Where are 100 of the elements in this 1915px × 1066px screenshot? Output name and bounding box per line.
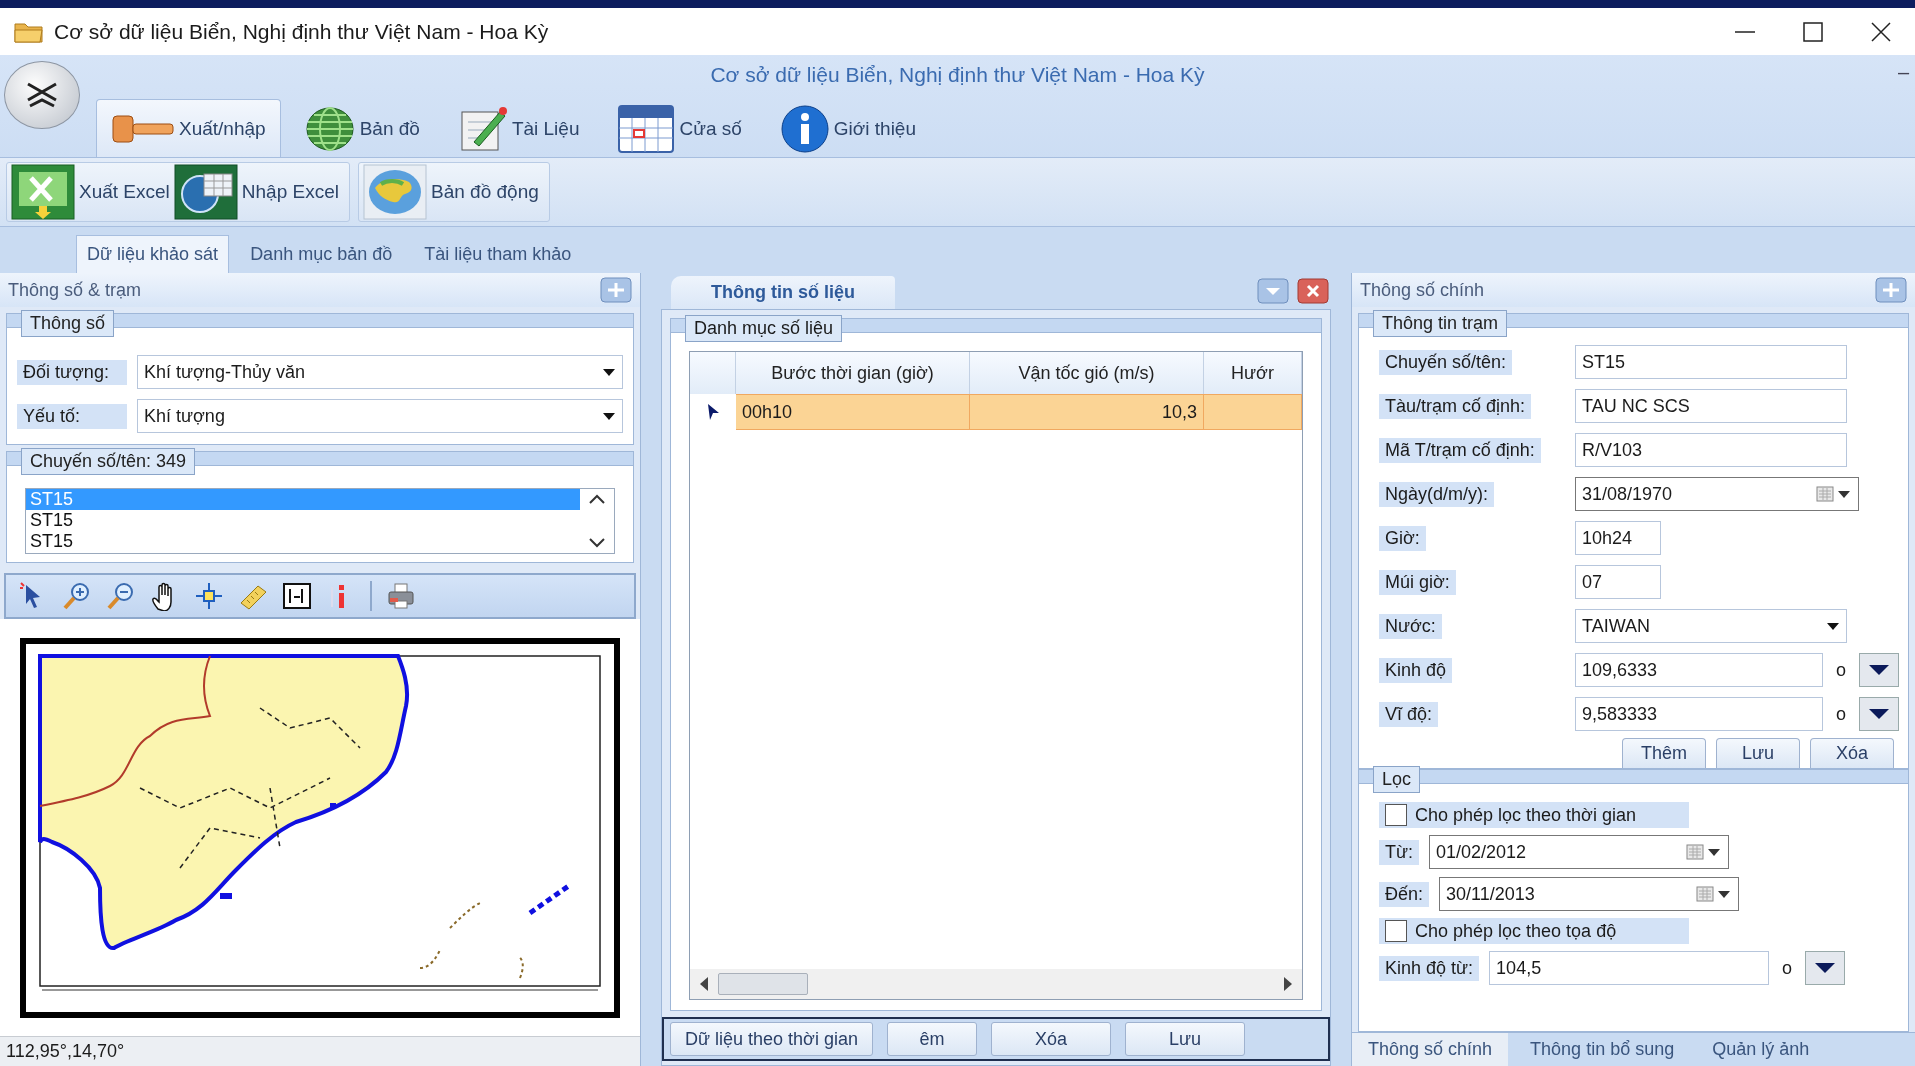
panel-tab[interactable]: Thông tin số liệu <box>671 276 895 309</box>
scale-icon[interactable] <box>282 581 312 611</box>
field-label: Kinh độ từ: <box>1379 955 1480 981</box>
unit-label: o <box>1781 957 1794 979</box>
coordinate-field[interactable]: 9,583333 <box>1575 697 1823 731</box>
ribbon-tab[interactable]: Bản đồ <box>288 99 435 157</box>
panel-tab[interactable]: Thông số chính <box>1352 1033 1509 1066</box>
dropdown-field[interactable]: Khí tượng-Thủy văn <box>137 355 623 389</box>
list-item[interactable]: ST15 <box>26 531 580 552</box>
coordinate-readout: 112,95°,14,70° <box>6 1041 125 1062</box>
scroll-left-icon[interactable] <box>698 976 710 992</box>
globe-icon <box>303 105 356 152</box>
field-label: Giờ: <box>1379 525 1426 551</box>
spreadsheet-import-icon <box>173 164 238 220</box>
action-button[interactable]: Xóa <box>1810 738 1894 768</box>
scroll-right-icon[interactable] <box>1282 976 1294 992</box>
ribbon-minimize-button[interactable]: – <box>1897 61 1909 84</box>
action-button[interactable]: Lưu <box>1716 738 1800 768</box>
field-label: Nước: <box>1379 613 1442 639</box>
text-field[interactable]: R/V103 <box>1575 433 1847 467</box>
table-cell: 10,3 <box>1161 401 1197 423</box>
world-map-icon <box>363 164 427 220</box>
list-item[interactable]: ST15 <box>26 510 580 531</box>
unit-label: o <box>1835 703 1847 725</box>
checkbox[interactable] <box>1385 920 1407 942</box>
printer-icon[interactable] <box>386 581 416 611</box>
zoom-in-icon[interactable] <box>62 581 92 611</box>
ribbon-tab[interactable]: Tài Liệu <box>442 99 595 157</box>
field-label: Vĩ độ: <box>1379 701 1439 727</box>
dropdown-field[interactable]: Khí tượng <box>137 399 623 433</box>
scroll-thumb[interactable] <box>718 973 808 995</box>
action-button[interactable]: Thêm <box>1622 738 1706 768</box>
group-title: Danh mục số liệu <box>685 315 843 342</box>
text-field[interactable]: 07 <box>1575 565 1661 599</box>
table-row[interactable]: 00h10 10,3 <box>690 394 1302 430</box>
date-field[interactable]: 01/02/2012 <box>1429 835 1730 869</box>
view-tab[interactable]: Dữ liệu khảo sát <box>76 235 230 273</box>
dropdown-arrow-icon[interactable] <box>602 367 616 377</box>
unit-label: o <box>1835 659 1847 681</box>
calendar-icon[interactable] <box>1696 885 1733 903</box>
checkbox[interactable] <box>1385 804 1407 826</box>
caret-icon <box>1814 962 1837 974</box>
coordinate-field[interactable]: 104,5 <box>1489 951 1770 985</box>
dropdown-arrow-icon[interactable] <box>1826 621 1840 631</box>
dropdown-field[interactable]: TAIWAN <box>1575 609 1847 643</box>
ribbon-tab[interactable]: Giới thiệu <box>764 99 931 157</box>
field-label: Mã T/trạm cố định: <box>1379 437 1541 463</box>
maximize-icon[interactable] <box>1801 19 1825 44</box>
panel-title: Thông số chính <box>1360 279 1485 301</box>
text-field[interactable]: 10h24 <box>1575 521 1661 555</box>
column-header[interactable]: Bước thời gian (giờ) <box>771 362 934 384</box>
scroll-down-icon[interactable] <box>588 537 606 549</box>
date-field[interactable]: 31/08/1970 <box>1575 477 1859 511</box>
group-title: Lọc <box>1373 766 1421 793</box>
date-field[interactable]: 30/11/2013 <box>1439 877 1740 911</box>
column-header[interactable]: Vận tốc gió (m/s) <box>1018 362 1155 384</box>
panel-tab[interactable]: Quản lý ảnh <box>1696 1033 1826 1066</box>
column-header[interactable]: Hướr <box>1231 362 1274 384</box>
view-tab[interactable]: Danh mục bản đồ <box>239 235 404 273</box>
view-tab[interactable]: Tài liệu tham khảo <box>413 235 583 273</box>
group-title: Chuyến số/tên: 349 <box>21 448 196 475</box>
action-button[interactable]: Dữ liệu theo thời gian <box>670 1022 873 1056</box>
action-button[interactable]: Xóa <box>990 1022 1111 1056</box>
action-button[interactable]: êm <box>886 1022 977 1056</box>
field-label: Đến: <box>1379 881 1430 907</box>
window-title: Cơ sở dữ liệu Biển, Nghị định thư Việt Nam - Hoa Kỳ <box>54 19 550 44</box>
ribbon-tab[interactable]: Cửa số <box>602 99 757 157</box>
field-label: Đối tượng: <box>17 359 127 385</box>
app-title: Cơ sở dữ liệu Biển, Nghị định thư Việt Nam - Hoa Kỳ <box>710 63 1205 87</box>
ribbon-tab[interactable]: Xuất/nhập <box>96 99 281 157</box>
zoom-out-icon[interactable] <box>106 581 136 611</box>
checkbox-label: Cho phép lọc theo thời gian <box>1415 804 1636 826</box>
dropdown-button[interactable] <box>1805 951 1846 985</box>
text-field[interactable]: TAU NC SCS <box>1575 389 1847 423</box>
info-icon <box>779 103 830 154</box>
field-label: Múi giờ: <box>1379 569 1456 595</box>
checkbox-label: Cho phép lọc theo tọa độ <box>1415 920 1617 942</box>
field-label: Kinh độ <box>1379 657 1453 683</box>
dropdown-arrow-icon[interactable] <box>602 411 616 421</box>
panel-title: Thông số & trạm <box>8 279 142 301</box>
dropdown-button[interactable] <box>1859 653 1899 687</box>
caret-icon <box>1868 664 1890 676</box>
group-title: Thông tin trạm <box>1373 310 1508 337</box>
field-label: Từ: <box>1379 839 1420 865</box>
ribbon-button[interactable]: Xuất Excel <box>11 164 170 220</box>
calendar-icon <box>617 103 676 154</box>
dropdown-button[interactable] <box>1859 697 1899 731</box>
action-button[interactable]: Lưu <box>1124 1022 1245 1056</box>
caret-icon <box>1868 708 1890 720</box>
panel-tab[interactable]: Thông tin bổ sung <box>1514 1033 1691 1066</box>
calendar-icon[interactable] <box>1816 485 1852 503</box>
calendar-icon[interactable] <box>1686 843 1723 861</box>
ribbon-button[interactable]: Nhập Excel <box>173 164 339 220</box>
coordinate-field[interactable]: 109,6333 <box>1575 653 1823 687</box>
scroll-up-icon[interactable] <box>588 493 606 505</box>
close-icon[interactable] <box>1869 19 1893 44</box>
spreadsheet-export-icon <box>11 164 75 220</box>
crosshair-icon[interactable] <box>194 581 224 611</box>
text-field[interactable]: ST15 <box>1575 345 1847 379</box>
field-label: Ngày(d/m/y): <box>1379 481 1495 507</box>
